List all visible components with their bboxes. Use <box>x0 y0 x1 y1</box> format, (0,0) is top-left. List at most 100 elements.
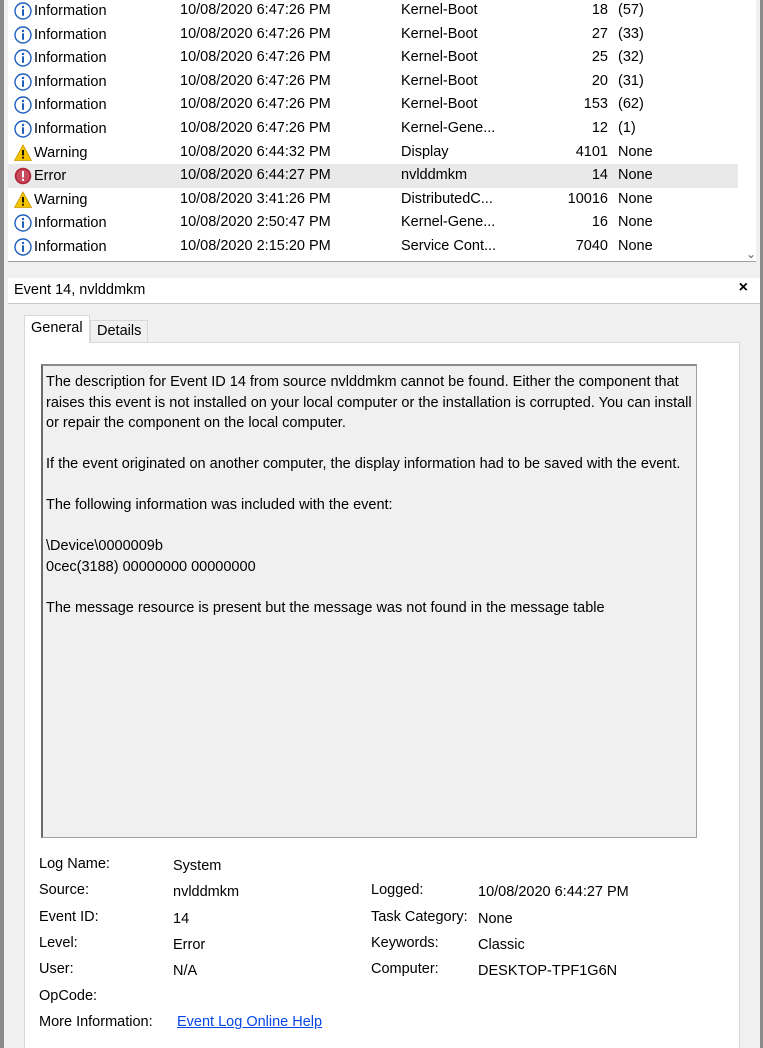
event-level-text: Information <box>34 97 107 114</box>
warning-icon <box>14 190 32 209</box>
opcode-label: OpCode: <box>39 988 98 1004</box>
event-source: Kernel-Boot <box>401 96 478 113</box>
event-date: 10/08/2020 3:41:26 PM <box>180 190 331 207</box>
event-task-category: None <box>618 238 653 254</box>
scroll-down-button[interactable]: ⌄ <box>742 246 760 262</box>
event-log-online-help-link[interactable]: Event Log Online Help <box>177 1014 322 1030</box>
tab-details[interactable]: Details <box>90 320 148 343</box>
event-source: Display <box>401 143 449 160</box>
info-icon <box>14 73 32 91</box>
event-date: 10/08/2020 6:44:27 PM <box>180 167 331 184</box>
event-level-text: Information <box>34 215 107 232</box>
event-list[interactable]: Information 10/08/2020 6:47:26 PM Kernel-B… <box>8 0 756 262</box>
log-name-value[interactable]: System <box>173 858 221 874</box>
event-source: Kernel-Gene... <box>401 120 496 136</box>
event-date: 10/08/2020 6:47:26 PM <box>180 49 331 66</box>
event-level: Error <box>14 167 66 185</box>
event-row[interactable]: Information 10/08/2020 6:47:26 PM Kernel-B… <box>8 46 738 70</box>
event-date: 10/08/2020 6:47:26 PM <box>180 120 331 136</box>
event-row[interactable]: Information 10/08/2020 6:47:26 PM Kernel-B… <box>8 23 738 47</box>
event-date: 10/08/2020 2:50:47 PM <box>180 214 331 231</box>
description-line: 0cec(3188) 00000000 00000000 <box>46 558 256 575</box>
event-level: Information <box>14 214 107 233</box>
event-row[interactable]: Error 10/08/2020 6:44:27 PM nvlddmkm 14 None <box>8 164 738 188</box>
close-icon[interactable]: × <box>739 279 748 297</box>
event-row[interactable]: Information 10/08/2020 2:50:47 PM Kernel-G… <box>8 211 738 235</box>
task-category-value[interactable]: None <box>478 911 513 927</box>
event-level: Information <box>14 49 107 67</box>
event-level-text: Information <box>34 50 107 67</box>
event-date: 10/08/2020 2:15:20 PM <box>180 238 331 254</box>
info-icon <box>14 96 32 115</box>
event-date: 10/08/2020 6:47:26 PM <box>180 2 331 18</box>
event-task-category: (33) <box>618 25 644 42</box>
event-row[interactable]: Information 10/08/2020 6:47:26 PM Kernel-G… <box>8 117 738 141</box>
event-row[interactable]: Information 10/08/2020 6:47:26 PM Kernel-B… <box>8 70 738 94</box>
tab-general[interactable]: General <box>24 315 90 343</box>
event-level: Information <box>14 25 107 44</box>
event-level: Warning <box>14 143 88 162</box>
event-row[interactable]: Warning 10/08/2020 6:44:32 PM Display 4101 N… <box>8 141 738 165</box>
info-icon <box>14 49 32 67</box>
event-id-value[interactable]: 14 <box>173 911 189 927</box>
level-value[interactable]: Error <box>173 937 205 953</box>
description-paragraph: The description for Event ID 14 from sou… <box>46 374 692 431</box>
keywords-value[interactable]: Classic <box>478 937 525 953</box>
event-date: 10/08/2020 6:44:32 PM <box>180 143 331 160</box>
log-name-label: Log Name: <box>39 856 110 872</box>
event-level-text: Information <box>34 121 107 137</box>
event-id: 27 <box>591 25 608 42</box>
event-id: 14 <box>591 167 608 184</box>
computer-value[interactable]: DESKTOP-TPF1G6N <box>478 963 617 979</box>
event-id: 7040 <box>575 238 608 254</box>
pane-splitter[interactable] <box>8 262 760 276</box>
user-value[interactable]: N/A <box>173 963 197 979</box>
event-task-category: (32) <box>618 49 644 66</box>
event-id: 4101 <box>575 143 608 160</box>
source-value[interactable]: nvlddmkm <box>173 884 239 900</box>
event-level: Information <box>14 2 107 20</box>
source-label: Source: <box>39 882 89 898</box>
event-level-text: Information <box>34 73 107 90</box>
event-id: 20 <box>591 72 608 89</box>
event-row[interactable]: Information 10/08/2020 6:47:26 PM Kernel-B… <box>8 93 738 117</box>
warning-icon <box>14 143 32 162</box>
event-detail-title: Event 14, nvlddmkm <box>14 282 146 298</box>
user-label: User: <box>39 961 74 977</box>
event-task-category: None <box>618 143 653 160</box>
logged-label: Logged: <box>371 882 424 898</box>
error-icon <box>14 167 32 185</box>
event-description[interactable]: The description for Event ID 14 from sou… <box>41 364 697 838</box>
event-task-category: (62) <box>618 96 644 113</box>
event-level: Information <box>14 120 107 138</box>
event-source: nvlddmkm <box>401 167 468 184</box>
event-level-text: Error <box>34 168 67 185</box>
event-task-category: None <box>618 214 653 231</box>
computer-label: Computer: <box>371 961 439 977</box>
description-paragraph: The message resource is present but the … <box>46 599 605 616</box>
event-task-category: (31) <box>618 72 644 89</box>
task-category-label: Task Category: <box>371 909 468 925</box>
event-row[interactable]: Warning 10/08/2020 3:41:26 PM DistributedC… <box>8 188 738 212</box>
event-level: Warning <box>14 190 87 209</box>
event-source: Kernel-Boot <box>401 25 478 42</box>
event-source: Service Cont... <box>401 238 497 254</box>
event-id: 18 <box>591 2 608 18</box>
event-level-text: Warning <box>34 144 88 161</box>
event-id-label: Event ID: <box>39 909 99 925</box>
general-panel: The description for Event ID 14 from sou… <box>24 342 740 1048</box>
event-level-text: Information <box>34 3 107 19</box>
logged-value[interactable]: 10/08/2020 6:44:27 PM <box>478 884 629 900</box>
info-icon <box>14 25 32 44</box>
event-source: Kernel-Gene... <box>401 214 496 231</box>
event-task-category: None <box>618 167 653 184</box>
event-id: 153 <box>583 96 608 113</box>
event-row[interactable]: Information 10/08/2020 6:47:26 PM Kernel-B… <box>8 0 738 23</box>
event-date: 10/08/2020 6:47:26 PM <box>180 96 331 113</box>
event-viewer-window: Information 10/08/2020 6:47:26 PM Kernel-B… <box>0 0 763 1048</box>
event-level-text: Information <box>34 239 107 255</box>
event-id: 25 <box>591 49 608 66</box>
info-icon <box>14 2 32 20</box>
event-level-text: Information <box>34 26 107 43</box>
event-row[interactable]: Information 10/08/2020 2:15:20 PM Service … <box>8 235 738 259</box>
